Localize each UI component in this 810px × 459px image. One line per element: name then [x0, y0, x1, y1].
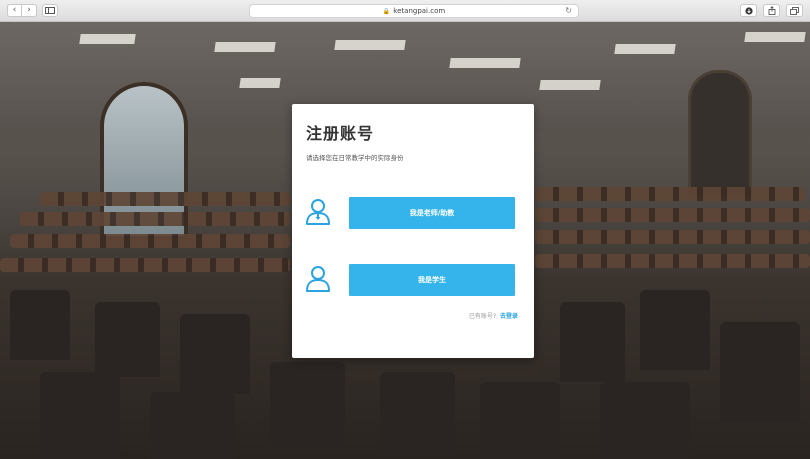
toolbar-tools	[740, 4, 803, 17]
nav-buttons: ‹ ›	[7, 4, 37, 17]
chair	[270, 362, 345, 452]
teacher-icon	[306, 199, 330, 225]
chair	[10, 290, 70, 360]
lock-icon: 🔒	[382, 7, 391, 15]
seat-row	[40, 192, 290, 206]
seat-row	[535, 230, 810, 244]
tabs-icon	[790, 6, 799, 15]
ceiling-light	[239, 78, 281, 88]
ceiling-light	[539, 80, 601, 90]
chair	[640, 290, 710, 370]
login-link[interactable]: 去登录	[500, 313, 518, 320]
address-text: ketangpai.com	[393, 7, 446, 15]
chair	[380, 372, 455, 457]
forward-button[interactable]: ›	[22, 4, 37, 17]
seat-row	[535, 208, 810, 222]
dialog-title: 注册账号	[306, 124, 375, 143]
chevron-right-icon: ›	[27, 5, 31, 15]
chair	[150, 392, 235, 459]
ceiling-light	[449, 58, 521, 68]
ceiling-light	[214, 42, 276, 52]
reload-icon[interactable]: ↻	[565, 6, 572, 15]
chair	[40, 372, 120, 459]
register-dialog: 注册账号 请选择您在日常教学中的实际身份 我是老师/助教 我是学生 已有账号? …	[292, 104, 534, 358]
ceiling-light	[744, 32, 806, 42]
sidebar-icon	[45, 7, 55, 14]
download-button[interactable]	[740, 4, 757, 17]
arched-door	[688, 70, 752, 196]
seat-row	[535, 254, 810, 268]
address-bar[interactable]: 🔒 ketangpai.com ↻	[249, 4, 579, 18]
chair	[560, 302, 625, 382]
share-button[interactable]	[763, 4, 780, 17]
chair	[480, 382, 560, 459]
chair	[720, 322, 800, 422]
chair	[180, 314, 250, 394]
login-prompt: 已有账号? 去登录	[469, 311, 518, 320]
chair	[600, 382, 690, 459]
chair	[95, 302, 160, 377]
download-icon	[744, 6, 753, 15]
share-icon	[768, 6, 775, 15]
ceiling-light	[334, 40, 406, 50]
student-button[interactable]: 我是学生	[349, 264, 515, 296]
back-button[interactable]: ‹	[7, 4, 22, 17]
seat-row	[0, 258, 290, 272]
tabs-button[interactable]	[786, 4, 803, 17]
ceiling-light	[79, 34, 136, 44]
student-icon	[306, 266, 330, 292]
seat-row	[20, 212, 290, 226]
browser-toolbar: ‹ › 🔒 ketangpai.com ↻	[0, 0, 810, 22]
has-account-text: 已有账号?	[468, 313, 497, 320]
teacher-button[interactable]: 我是老师/助教	[349, 197, 515, 229]
seat-row	[535, 187, 805, 201]
ceiling-light	[614, 44, 676, 54]
chevron-left-icon: ‹	[12, 5, 17, 15]
seat-row	[10, 234, 290, 248]
sidebar-button[interactable]	[42, 4, 58, 17]
dialog-subtitle: 请选择您在日常教学中的实际身份	[306, 154, 404, 162]
